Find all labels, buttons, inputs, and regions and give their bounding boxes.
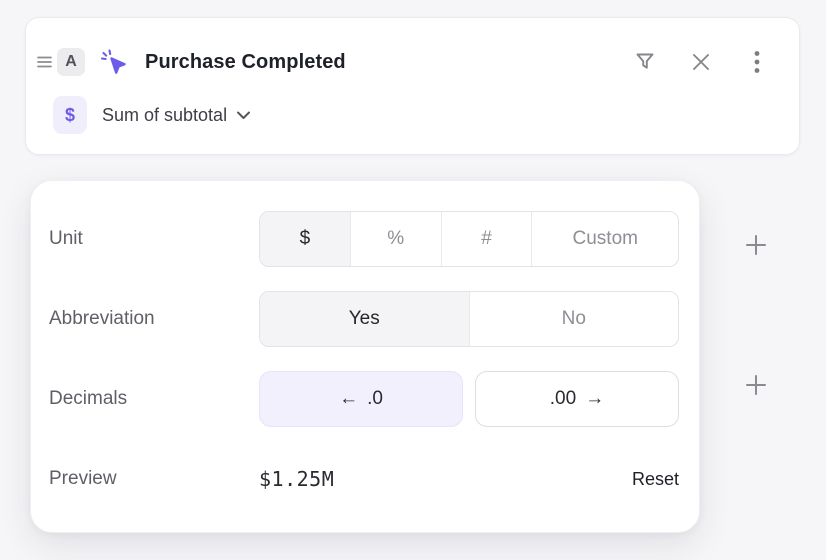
close-icon[interactable] xyxy=(689,50,713,74)
decimals-increase-label: .00 xyxy=(550,388,576,410)
unit-row: Unit $ % # Custom xyxy=(49,211,679,267)
arrow-right-icon: → xyxy=(585,388,604,410)
unit-option-number[interactable]: # xyxy=(441,212,532,266)
event-header-row: A Purchase Completed xyxy=(33,46,769,78)
abbreviation-option-yes[interactable]: Yes xyxy=(260,292,469,346)
abbreviation-row: Abbreviation Yes No xyxy=(49,291,679,347)
decimals-row: Decimals ← .0 .00 → xyxy=(49,371,679,427)
decimals-increase-button[interactable]: .00 → xyxy=(475,371,679,427)
unit-segmented-control: $ % # Custom xyxy=(259,211,679,267)
format-panel: Unit $ % # Custom Abbreviation Yes No De… xyxy=(30,180,700,533)
decimals-controls: ← .0 .00 → xyxy=(259,371,679,427)
plus-icon xyxy=(745,374,767,396)
unit-label: Unit xyxy=(49,228,259,250)
decimals-decrease-label: .0 xyxy=(367,388,383,410)
decimals-decrease-button[interactable]: ← .0 xyxy=(259,371,463,427)
add-metric-button-top[interactable] xyxy=(738,227,774,263)
add-metric-button-bottom[interactable] xyxy=(738,367,774,403)
preview-value: $1.25M xyxy=(259,467,334,491)
chevron-down-icon xyxy=(236,110,251,120)
abbreviation-option-no[interactable]: No xyxy=(469,292,679,346)
event-order-badge: A xyxy=(57,48,85,76)
event-card: A Purchase Completed xyxy=(25,17,800,155)
unit-option-custom[interactable]: Custom xyxy=(531,212,678,266)
metric-selector[interactable]: $ Sum of subtotal xyxy=(53,96,251,134)
arrow-left-icon: ← xyxy=(339,388,358,410)
cursor-click-icon xyxy=(99,47,129,77)
decimals-label: Decimals xyxy=(49,388,259,410)
event-actions xyxy=(633,50,769,74)
unit-option-percent[interactable]: % xyxy=(350,212,441,266)
abbreviation-label: Abbreviation xyxy=(49,308,259,330)
drag-handle-icon[interactable] xyxy=(33,51,55,73)
kebab-menu-icon[interactable] xyxy=(745,50,769,74)
unit-option-dollar[interactable]: $ xyxy=(260,212,350,266)
preview-row: Preview $1.25M Reset xyxy=(49,451,679,507)
preview-label: Preview xyxy=(49,468,259,490)
event-title: Purchase Completed xyxy=(145,51,346,74)
filter-icon[interactable] xyxy=(633,50,657,74)
dollar-metric-icon: $ xyxy=(53,96,87,134)
abbreviation-segmented-control: Yes No xyxy=(259,291,679,347)
page: A Purchase Completed xyxy=(0,0,826,560)
metric-label: Sum of subtotal xyxy=(102,105,227,126)
plus-icon xyxy=(745,234,767,256)
reset-button[interactable]: Reset xyxy=(632,469,679,490)
metric-row: $ Sum of subtotal xyxy=(53,96,251,134)
